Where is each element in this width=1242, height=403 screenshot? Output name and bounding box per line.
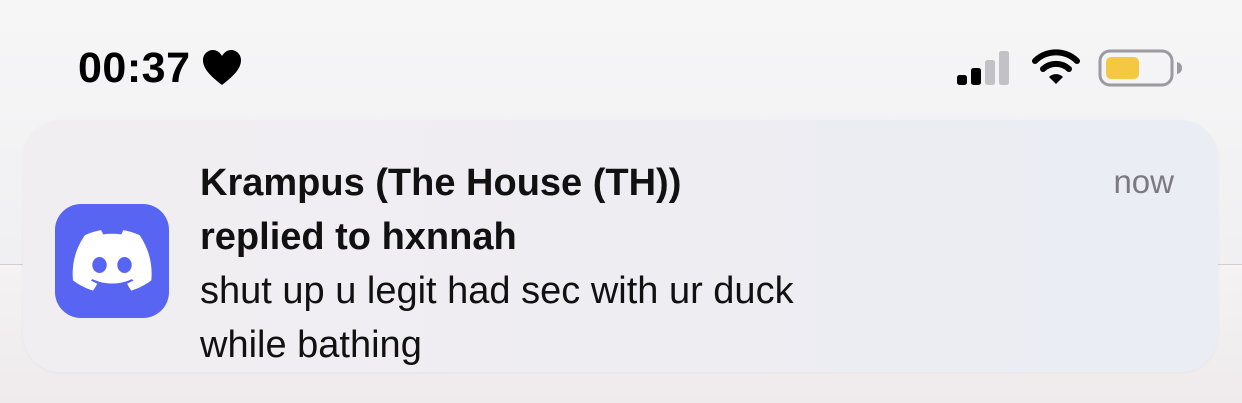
heart-icon	[202, 49, 242, 87]
notification-subtitle: replied to hxnnah	[200, 216, 517, 258]
notification-banner[interactable]: Krampus (The House (TH)) replied to hxnn…	[23, 120, 1218, 372]
clock-group: 00:37	[78, 42, 242, 94]
wifi-icon	[1032, 48, 1080, 86]
status-bar: 00:37	[0, 0, 1242, 110]
status-time: 00:37	[78, 44, 191, 92]
notification-body-line: shut up u legit had sec with ur duck	[200, 270, 794, 312]
notification-body-line: while bathing	[200, 324, 422, 366]
notification-time: now	[1113, 163, 1174, 200]
notification-content: Krampus (The House (TH)) replied to hxnn…	[200, 156, 1080, 372]
cellular-signal-icon	[956, 50, 1012, 86]
notification-title: Krampus (The House (TH))	[200, 162, 682, 204]
discord-icon	[55, 204, 169, 318]
battery-icon	[1098, 49, 1184, 87]
